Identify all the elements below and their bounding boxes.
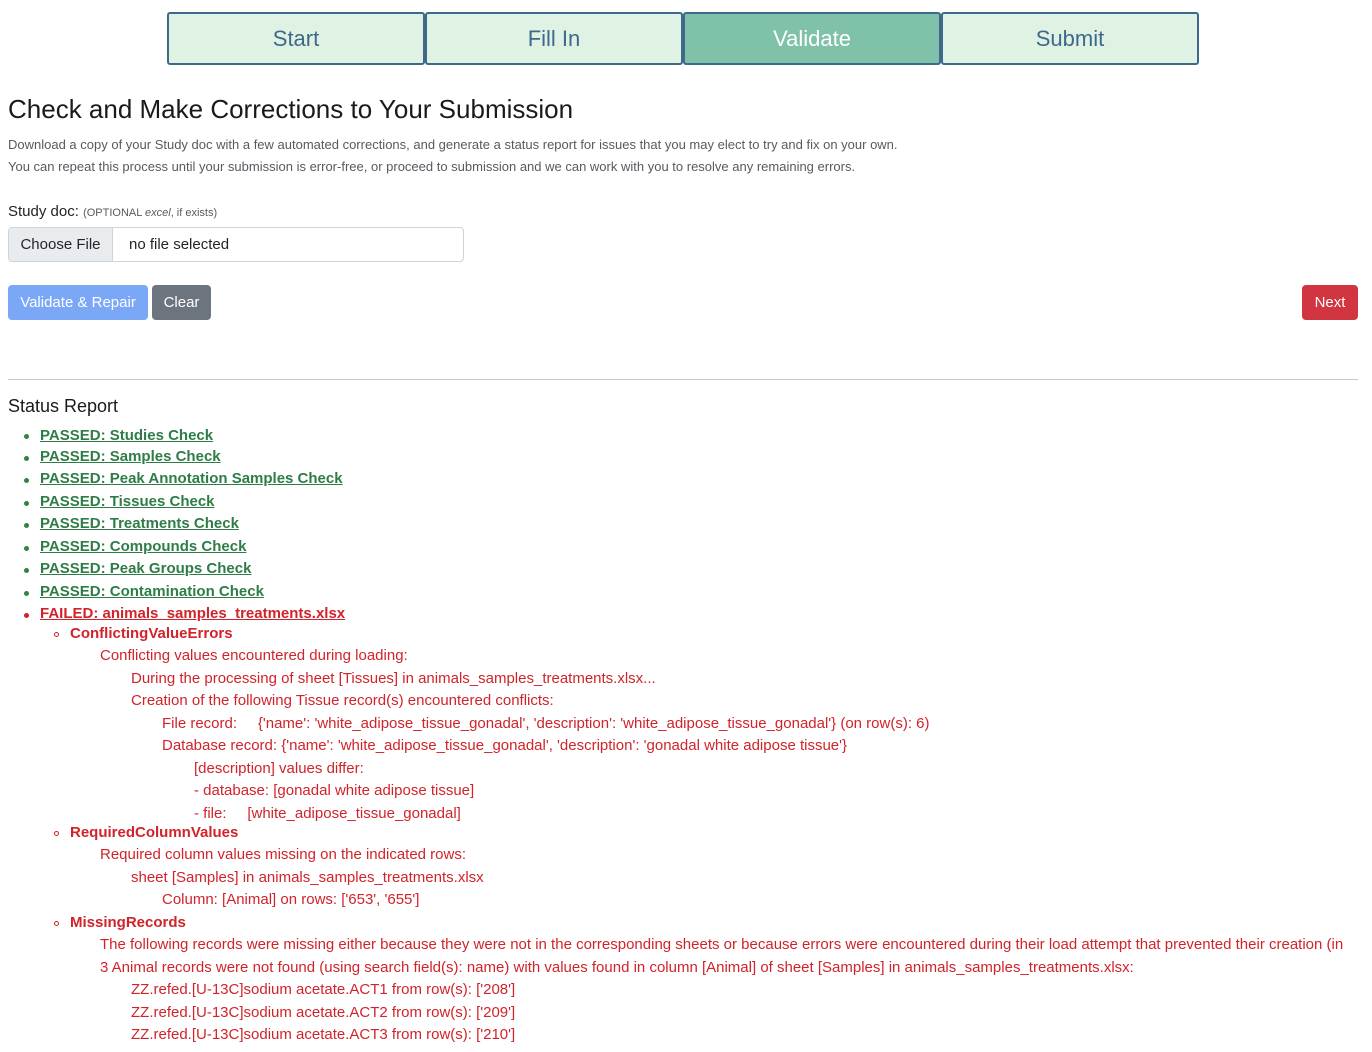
intro-line-2: You can repeat this process until your s…	[8, 159, 856, 174]
bullet-icon	[24, 456, 29, 461]
error-line: ZZ.refed.[U-13C]sodium acetate.ACT1 from…	[131, 981, 516, 998]
error-line: Column: [Animal] on rows: ['653', '655']	[162, 891, 420, 908]
bullet-icon	[24, 478, 29, 483]
study-doc-hint: (OPTIONAL excel, if exists)	[83, 207, 217, 219]
error-line: Database record: {'name': 'white_adipose…	[162, 737, 848, 754]
error-line: - database: [gonadal white adipose tissu…	[194, 782, 475, 799]
passed-item-peak-groups: PASSED: Peak Groups Check	[40, 558, 251, 580]
choose-file-button[interactable]: Choose File	[9, 228, 113, 261]
circle-bullet-icon	[54, 921, 59, 926]
page: Start Fill In Validate Submit Check and …	[0, 0, 1372, 1052]
error-line: Required column values missing on the in…	[100, 846, 467, 863]
bullet-icon	[24, 546, 29, 551]
error-line: [description] values differ:	[194, 760, 364, 777]
validate-repair-button[interactable]: Validate & Repair	[8, 285, 148, 320]
error-line: Creation of the following Tissue record(…	[131, 692, 554, 709]
error-required-name: RequiredColumnValues	[70, 824, 239, 841]
error-line: 3 Animal records were not found (using s…	[100, 959, 1134, 976]
bullet-icon	[24, 613, 29, 618]
error-line: The following records were missing eithe…	[100, 936, 1344, 953]
passed-link-compounds[interactable]: PASSED: Compounds Check	[40, 538, 246, 555]
error-conflicting-name: ConflictingValueErrors	[70, 625, 233, 642]
file-status: no file selected	[129, 236, 230, 253]
passed-item-studies: PASSED: Studies Check	[40, 425, 213, 447]
hint-suffix: , if exists)	[170, 207, 218, 219]
bullet-icon	[24, 591, 29, 596]
bullet-icon	[24, 568, 29, 573]
passed-item-samples: PASSED: Samples Check	[40, 446, 221, 468]
step-start[interactable]: Start	[167, 12, 425, 65]
failed-item: FAILED: animals_samples_treatments.xlsx	[40, 603, 345, 625]
passed-item-contamination: PASSED: Contamination Check	[40, 581, 264, 603]
bullet-icon	[24, 523, 29, 528]
error-line: ZZ.refed.[U-13C]sodium acetate.ACT2 from…	[131, 1004, 516, 1021]
error-line: File record: {'name': 'white_adipose_tis…	[162, 715, 930, 732]
passed-link-studies[interactable]: PASSED: Studies Check	[40, 427, 213, 444]
study-doc-file-input[interactable]: Choose File no file selected	[8, 227, 464, 262]
passed-link-contamination[interactable]: PASSED: Contamination Check	[40, 583, 264, 600]
passed-item-peak-annotation: PASSED: Peak Annotation Samples Check	[40, 468, 343, 490]
failed-link[interactable]: FAILED: animals_samples_treatments.xlsx	[40, 605, 345, 622]
error-missing-name: MissingRecords	[70, 914, 186, 931]
error-line: sheet [Samples] in animals_samples_treat…	[131, 869, 484, 886]
step-validate[interactable]: Validate	[683, 12, 941, 65]
passed-link-peak-annotation[interactable]: PASSED: Peak Annotation Samples Check	[40, 470, 343, 487]
error-line: During the processing of sheet [Tissues]…	[131, 670, 656, 687]
clear-button[interactable]: Clear	[152, 285, 211, 320]
page-title: Check and Make Corrections to Your Submi…	[8, 94, 574, 124]
step-fill-in[interactable]: Fill In	[425, 12, 683, 65]
step-tabs: Start Fill In Validate Submit	[167, 12, 1199, 65]
passed-item-tissues: PASSED: Tissues Check	[40, 491, 215, 513]
circle-bullet-icon	[54, 632, 59, 637]
error-line: ZZ.refed.[U-13C]sodium acetate.ACT3 from…	[131, 1026, 516, 1043]
passed-item-compounds: PASSED: Compounds Check	[40, 536, 246, 558]
passed-item-treatments: PASSED: Treatments Check	[40, 513, 239, 535]
hint-prefix: (OPTIONAL	[83, 207, 145, 219]
passed-link-treatments[interactable]: PASSED: Treatments Check	[40, 515, 239, 532]
bullet-icon	[24, 501, 29, 506]
divider	[8, 379, 1358, 380]
hint-excel: excel	[145, 207, 171, 219]
passed-link-peak-groups[interactable]: PASSED: Peak Groups Check	[40, 560, 251, 577]
next-button[interactable]: Next	[1302, 285, 1358, 320]
bullet-icon	[24, 434, 29, 439]
circle-bullet-icon	[54, 831, 59, 836]
error-line: Conflicting values encountered during lo…	[100, 647, 408, 664]
passed-link-samples[interactable]: PASSED: Samples Check	[40, 448, 221, 465]
passed-link-tissues[interactable]: PASSED: Tissues Check	[40, 493, 215, 510]
intro-line-1: Download a copy of your Study doc with a…	[8, 137, 898, 152]
study-doc-label-text: Study doc:	[8, 203, 79, 220]
study-doc-label: Study doc: (OPTIONAL excel, if exists)	[8, 203, 217, 220]
status-report-title: Status Report	[8, 396, 119, 416]
step-submit[interactable]: Submit	[941, 12, 1199, 65]
